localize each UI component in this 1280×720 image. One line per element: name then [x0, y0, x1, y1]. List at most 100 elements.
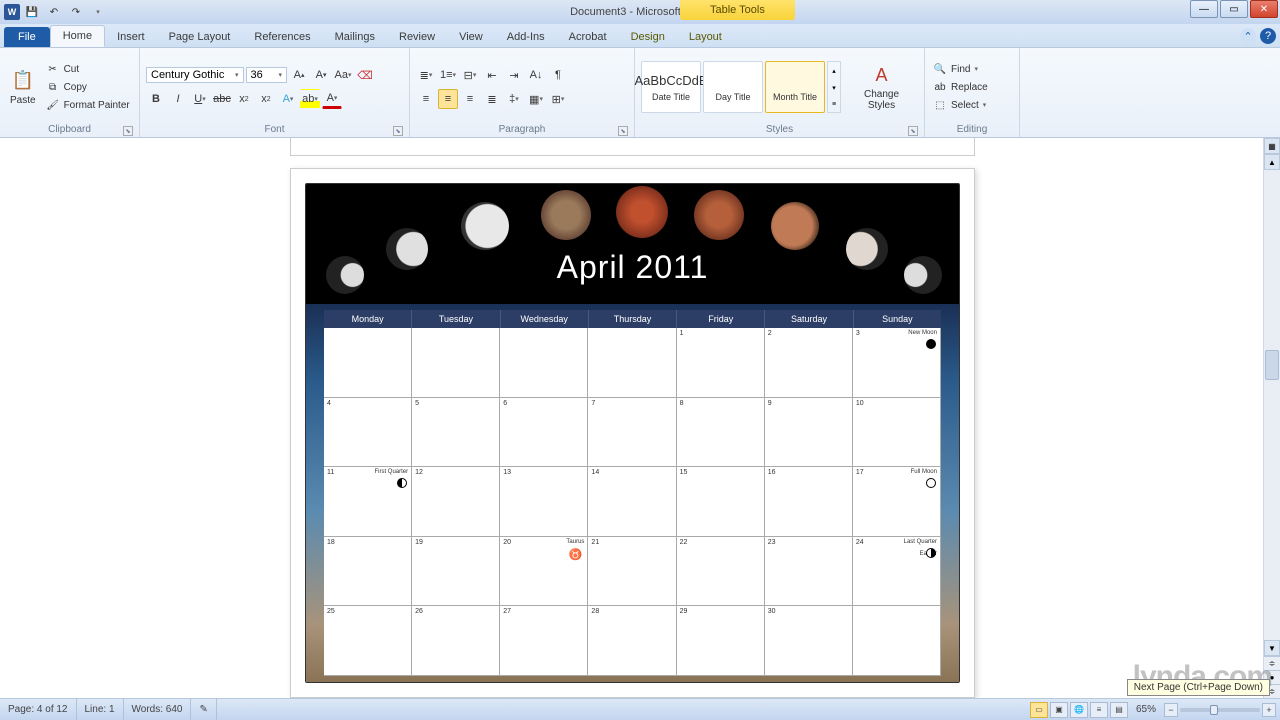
vertical-scrollbar[interactable]: ▦ ▲ ▼ ≑ ● ≑ — [1263, 138, 1280, 698]
style-date-title[interactable]: AaBbCcDdEDate Title — [641, 61, 701, 113]
day-cell[interactable]: 2 — [765, 328, 853, 398]
shading-button[interactable]: ▦▾ — [526, 89, 546, 109]
day-cell[interactable]: 27 — [500, 606, 588, 676]
tab-references[interactable]: References — [242, 27, 322, 47]
day-cell[interactable]: 11First Quarter — [324, 467, 412, 537]
scroll-down-button[interactable]: ▼ — [1264, 640, 1280, 656]
copy-button[interactable]: ⧉Copy — [44, 79, 132, 95]
sort-button[interactable]: A↓ — [526, 65, 546, 85]
day-cell[interactable]: 26 — [412, 606, 500, 676]
day-cell[interactable]: 20Taurus♉ — [500, 537, 588, 607]
view-full-screen[interactable]: ▣ — [1050, 702, 1068, 718]
day-cell[interactable]: 4 — [324, 398, 412, 468]
status-proof[interactable]: ✎ — [191, 699, 216, 720]
font-launcher[interactable]: ⬊ — [393, 126, 403, 136]
day-cell[interactable]: 22 — [677, 537, 765, 607]
close-button[interactable]: ✕ — [1250, 0, 1278, 18]
view-draft[interactable]: ▤ — [1110, 702, 1128, 718]
font-color-button[interactable]: A▾ — [322, 89, 342, 109]
day-cell[interactable]: 16 — [765, 467, 853, 537]
day-cell[interactable]: 5 — [412, 398, 500, 468]
day-cell[interactable] — [853, 606, 941, 676]
cut-button[interactable]: ✂Cut — [44, 61, 132, 77]
zoom-slider[interactable] — [1180, 708, 1260, 712]
day-cell[interactable]: 6 — [500, 398, 588, 468]
show-marks-button[interactable]: ¶ — [548, 65, 568, 85]
calendar-table[interactable]: MondayTuesdayWednesdayThursdayFridaySatu… — [324, 310, 941, 676]
status-page[interactable]: Page: 4 of 12 — [0, 699, 77, 720]
grow-font-button[interactable]: A▴ — [289, 65, 309, 85]
paragraph-launcher[interactable]: ⬊ — [618, 126, 628, 136]
day-cell[interactable]: 18 — [324, 537, 412, 607]
day-cell[interactable]: 15 — [677, 467, 765, 537]
day-cell[interactable] — [500, 328, 588, 398]
status-words[interactable]: Words: 640 — [124, 699, 192, 720]
text-effects-button[interactable]: A▾ — [278, 89, 298, 109]
maximize-button[interactable]: ▭ — [1220, 0, 1248, 18]
day-cell[interactable] — [588, 328, 676, 398]
scroll-track[interactable] — [1264, 170, 1280, 640]
tab-view[interactable]: View — [447, 27, 495, 47]
tab-insert[interactable]: Insert — [105, 27, 157, 47]
clear-format-button[interactable]: ⌫ — [355, 65, 375, 85]
line-spacing-button[interactable]: ‡▾ — [504, 89, 524, 109]
underline-button[interactable]: U▾ — [190, 89, 210, 109]
day-cell[interactable]: 28 — [588, 606, 676, 676]
day-cell[interactable]: 30 — [765, 606, 853, 676]
scroll-up-button[interactable]: ▲ — [1264, 154, 1280, 170]
day-cell[interactable] — [324, 328, 412, 398]
font-name-combo[interactable]: Century Gothic▾ — [146, 67, 244, 83]
align-left-button[interactable]: ≡ — [416, 89, 436, 109]
minimize-button[interactable]: — — [1190, 0, 1218, 18]
day-cell[interactable]: 23 — [765, 537, 853, 607]
style-gallery-more[interactable]: ▴▾≡ — [827, 61, 841, 113]
qat-more[interactable]: ▾ — [88, 3, 108, 21]
view-print-layout[interactable]: ▭ — [1030, 702, 1048, 718]
status-line[interactable]: Line: 1 — [77, 699, 124, 720]
replace-button[interactable]: abReplace — [931, 79, 1013, 95]
view-outline[interactable]: ≡ — [1090, 702, 1108, 718]
tab-addins[interactable]: Add-Ins — [495, 27, 557, 47]
day-cell[interactable]: 25 — [324, 606, 412, 676]
multilevel-button[interactable]: ⊟▾ — [460, 65, 480, 85]
day-cell[interactable]: 14 — [588, 467, 676, 537]
document-area[interactable]: April 2011 MondayTuesdayWednesdayThursda… — [0, 138, 1263, 698]
day-cell[interactable]: 1 — [677, 328, 765, 398]
day-cell[interactable]: 12 — [412, 467, 500, 537]
undo-button[interactable]: ↶ — [44, 3, 64, 21]
view-web[interactable]: 🌐 — [1070, 702, 1088, 718]
clipboard-launcher[interactable]: ⬊ — [123, 126, 133, 136]
day-cell[interactable]: 10 — [853, 398, 941, 468]
find-button[interactable]: 🔍Find ▾ — [931, 61, 1013, 77]
day-cell[interactable]: 8 — [677, 398, 765, 468]
word-app-icon[interactable]: W — [4, 4, 20, 20]
help-icon[interactable]: ? — [1260, 28, 1276, 44]
decrease-indent-button[interactable]: ⇤ — [482, 65, 502, 85]
day-cell[interactable]: 21 — [588, 537, 676, 607]
ruler-toggle[interactable]: ▦ — [1264, 138, 1280, 154]
tab-mailings[interactable]: Mailings — [323, 27, 387, 47]
align-right-button[interactable]: ≡ — [460, 89, 480, 109]
tab-layout[interactable]: Layout — [677, 27, 734, 47]
borders-button[interactable]: ⊞▾ — [548, 89, 568, 109]
bold-button[interactable]: B — [146, 89, 166, 109]
increase-indent-button[interactable]: ⇥ — [504, 65, 524, 85]
style-month-title[interactable]: Month Title — [765, 61, 825, 113]
scroll-thumb[interactable] — [1265, 350, 1279, 380]
day-cell[interactable]: 13 — [500, 467, 588, 537]
day-cell[interactable]: 19 — [412, 537, 500, 607]
paste-button[interactable]: 📋 Paste — [6, 67, 40, 108]
italic-button[interactable]: I — [168, 89, 188, 109]
zoom-in-button[interactable]: + — [1262, 703, 1276, 717]
redo-button[interactable]: ↷ — [66, 3, 86, 21]
strike-button[interactable]: abc — [212, 89, 232, 109]
font-size-combo[interactable]: 36▾ — [246, 67, 288, 83]
day-cell[interactable] — [412, 328, 500, 398]
subscript-button[interactable]: x2 — [234, 89, 254, 109]
day-cell[interactable]: 17Full Moon — [853, 467, 941, 537]
tab-review[interactable]: Review — [387, 27, 447, 47]
numbering-button[interactable]: 1≡▾ — [438, 65, 458, 85]
shrink-font-button[interactable]: A▾ — [311, 65, 331, 85]
tab-file[interactable]: File — [4, 27, 50, 47]
style-day-title[interactable]: Day Title — [703, 61, 763, 113]
